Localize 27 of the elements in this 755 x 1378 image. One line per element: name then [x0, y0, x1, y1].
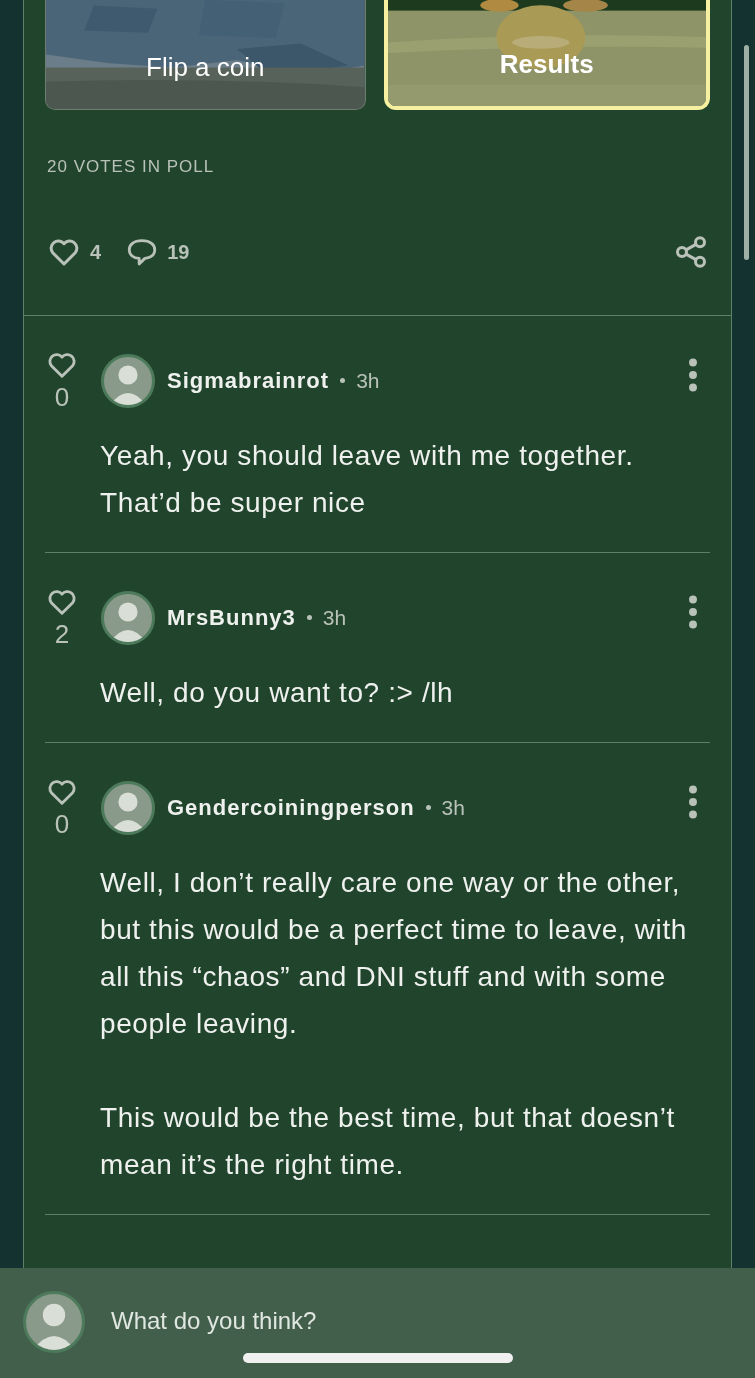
like-count: 2	[54, 618, 70, 649]
more-icon[interactable]	[688, 594, 698, 629]
more-icon[interactable]	[688, 784, 698, 819]
timestamp: 3h	[356, 367, 380, 394]
comment-text: This would be the best time, but that doesn’t mean it’s the right time.	[100, 1100, 676, 1182]
timestamp: 3h	[441, 794, 465, 821]
comment-text: Well, do you want to? :> /lh	[100, 675, 455, 710]
author-name[interactable]: Gendercoiningperson	[167, 791, 415, 824]
comment-text: Yeah, you should leave with me together. That’d be super nice	[100, 438, 635, 520]
comment-input[interactable]: What do you think?	[111, 1303, 732, 1339]
like-count: 0	[54, 808, 70, 839]
scrollbar[interactable]	[744, 45, 749, 260]
more-icon[interactable]	[688, 357, 698, 392]
avatar	[101, 353, 155, 408]
share-icon[interactable]	[673, 233, 709, 270]
comment-text: Well, I don’t really care one way or the other, but this would be a perfect time to leave, with all this “chaos” and DNI stuff and with some people leaving.	[100, 865, 688, 1041]
author-name[interactable]: Sigmabrainrot	[167, 364, 330, 397]
like-count: 4	[90, 239, 102, 265]
avatar	[101, 780, 155, 835]
comment-count: 19	[167, 239, 190, 265]
vote-count: 20 VOTES IN POLL	[46, 156, 216, 178]
avatar	[101, 590, 155, 645]
timestamp: 3h	[322, 604, 347, 631]
poll-option[interactable]: Flip a coin	[45, 0, 366, 110]
comment-field[interactable]: What do you think?	[0, 1268, 755, 1378]
like-count: 0	[54, 381, 70, 412]
author-name[interactable]: MrsBunny3	[167, 601, 296, 634]
